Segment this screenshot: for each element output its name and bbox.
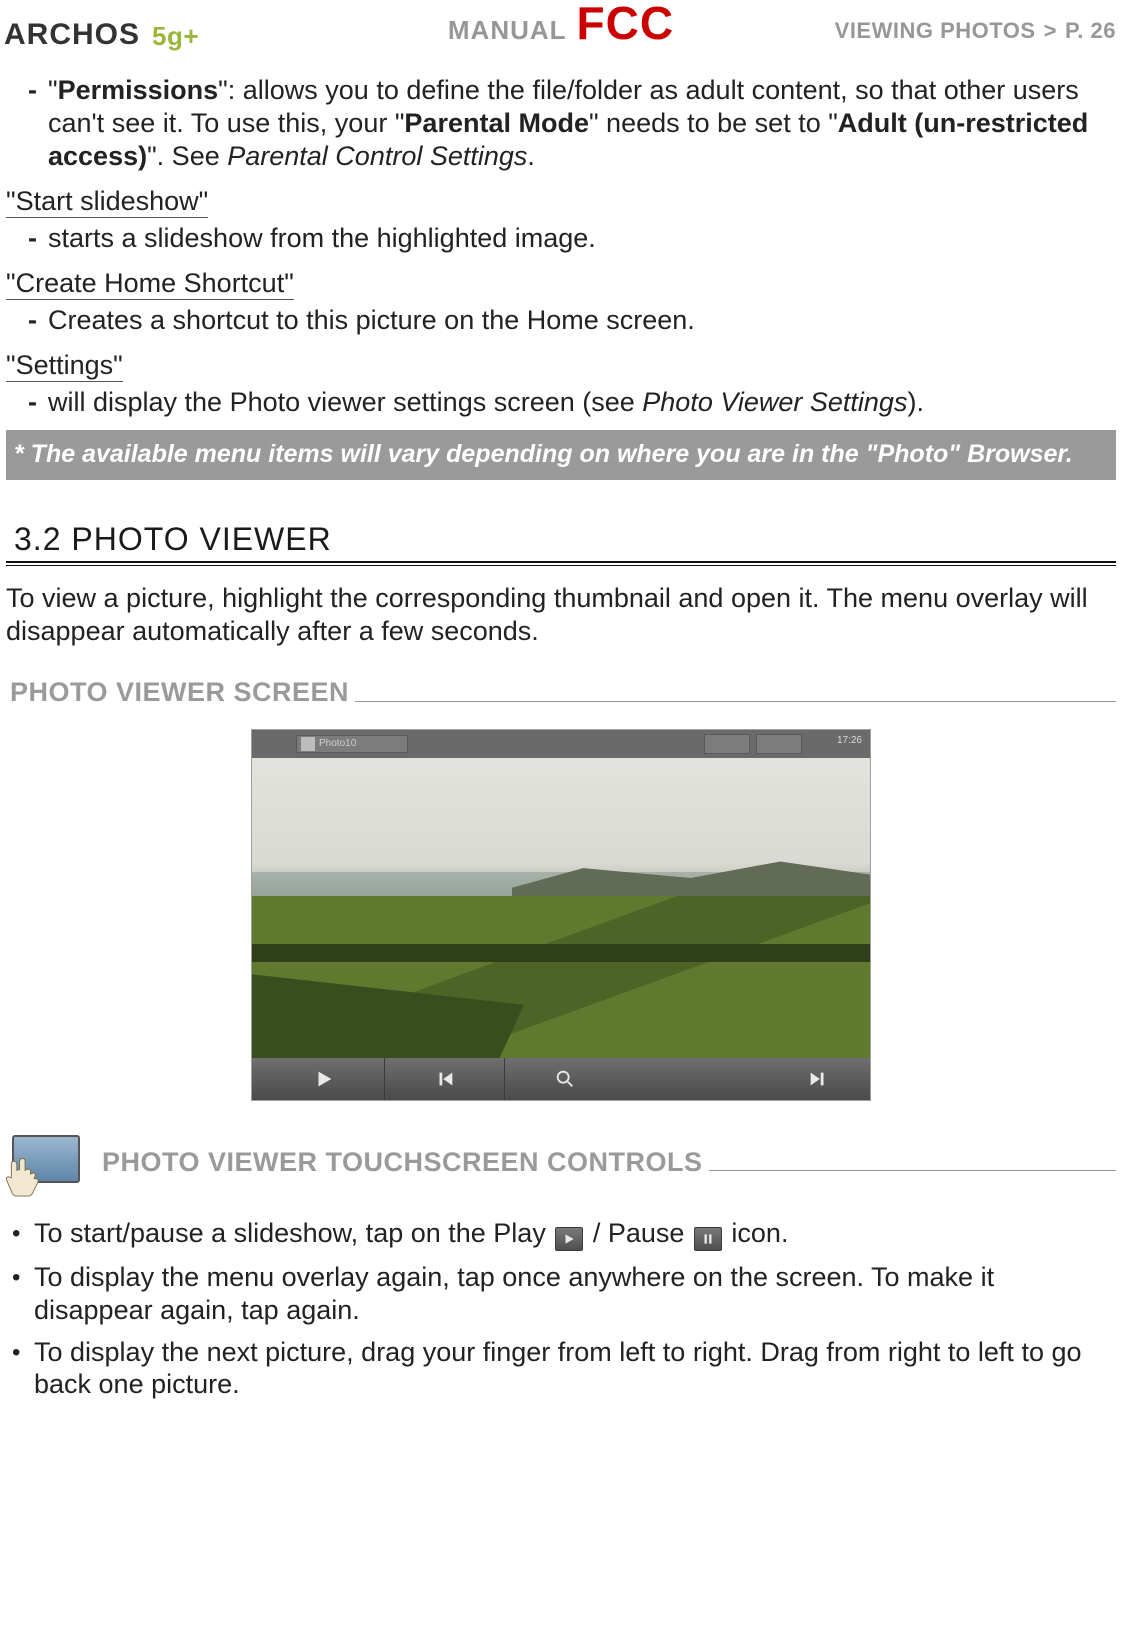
breadcrumb-chip[interactable]: Photo10 — [296, 735, 408, 753]
thumb-icon — [301, 737, 315, 751]
bullet-dot: • — [12, 1217, 34, 1251]
dash-bullet: - — [28, 304, 42, 337]
bullet-1: • To start/pause a slideshow, tap on the… — [12, 1217, 1110, 1251]
series-label: 5g+ — [152, 21, 199, 52]
hand-icon — [4, 1153, 48, 1197]
dash-bullet: - — [28, 386, 42, 419]
section-title: 3.2 PHOTO VIEWER — [6, 520, 340, 561]
bullet-2: • To display the menu overlay again, tap… — [12, 1261, 1110, 1326]
status-time: 17:26 — [837, 735, 862, 747]
fcc-label: FCC — [577, 0, 675, 50]
pause-icon-inline — [694, 1227, 722, 1251]
subhead-rule — [709, 1157, 1116, 1171]
parental-settings-ref: Parental Control Settings — [227, 141, 527, 171]
brand-block: ARCHOS 5g+ — [4, 18, 199, 52]
zoom-button[interactable] — [504, 1058, 624, 1100]
breadcrumb-label: Photo10 — [319, 738, 356, 750]
settings-desc: - will display the Photo viewer settings… — [28, 386, 1116, 419]
subhead-rule — [355, 688, 1116, 702]
nav-back-button[interactable] — [704, 734, 750, 754]
settings-heading: "Settings" — [6, 349, 1116, 382]
start-slideshow-heading: "Start slideshow" — [6, 185, 1116, 218]
subhead-touch-row: PHOTO VIEWER TOUCHSCREEN CONTROLS — [6, 1131, 1116, 1197]
play-button[interactable] — [264, 1058, 384, 1100]
subhead-screen-row: PHOTO VIEWER SCREEN — [6, 676, 1116, 713]
play-icon — [562, 1232, 576, 1246]
touch-bullets: • To start/pause a slideshow, tap on the… — [12, 1217, 1110, 1401]
breadcrumb-separator: > — [1044, 18, 1057, 44]
next-button[interactable] — [778, 1058, 858, 1100]
brand-logo: ARCHOS — [4, 18, 140, 52]
start-slideshow-desc: - starts a slideshow from the highlighte… — [28, 222, 1116, 255]
play-icon — [313, 1068, 335, 1090]
bullet-3: • To display the next picture, drag your… — [12, 1336, 1110, 1401]
play-icon-inline — [555, 1227, 583, 1251]
parental-mode-bold: Parental Mode — [404, 108, 589, 138]
header-right: VIEWING PHOTOS > P. 26 — [835, 18, 1116, 44]
photo-viewer-settings-ref: Photo Viewer Settings — [642, 387, 907, 417]
dash-bullet: - — [28, 74, 42, 173]
dash-bullet: - — [28, 222, 42, 255]
photo-canvas[interactable] — [252, 758, 870, 1058]
section-3-2-heading: 3.2 PHOTO VIEWER — [6, 520, 1116, 566]
create-shortcut-desc: - Creates a shortcut to this picture on … — [28, 304, 1116, 337]
nav-forward-button[interactable] — [756, 734, 802, 754]
viewer-intro-para: To view a picture, highlight the corresp… — [6, 582, 1116, 648]
create-shortcut-heading: "Create Home Shortcut" — [6, 267, 1116, 300]
permissions-term: Permissions — [58, 75, 219, 105]
prev-button[interactable] — [384, 1058, 504, 1100]
subhead-screen: PHOTO VIEWER SCREEN — [6, 676, 355, 713]
note-box: * The available menu items will vary dep… — [6, 430, 1116, 480]
page-number: P. 26 — [1065, 18, 1116, 44]
subhead-touch: PHOTO VIEWER TOUCHSCREEN CONTROLS — [98, 1146, 709, 1183]
page-header: ARCHOS 5g+ MANUAL FCC VIEWING PHOTOS > P… — [0, 0, 1122, 52]
touchscreen-icon — [6, 1131, 92, 1197]
device-frame: Photo10 17:26 — [251, 729, 871, 1101]
permissions-text: "Permissions": allows you to define the … — [48, 74, 1116, 173]
playback-controls-bar — [252, 1058, 870, 1100]
header-center: MANUAL FCC — [448, 0, 674, 50]
permissions-item: - "Permissions": allows you to define th… — [28, 74, 1116, 173]
manual-label: MANUAL — [448, 15, 567, 46]
device-topbar: Photo10 17:26 — [252, 730, 870, 758]
bullet-dot: • — [12, 1261, 34, 1326]
photo-viewer-screenshot: Photo10 17:26 — [251, 729, 871, 1101]
skip-next-icon — [807, 1068, 829, 1090]
pause-icon — [701, 1232, 715, 1246]
zoom-icon — [554, 1068, 576, 1090]
bullet-dot: • — [12, 1336, 34, 1401]
section-name: VIEWING PHOTOS — [835, 18, 1036, 44]
skip-prev-icon — [434, 1068, 456, 1090]
